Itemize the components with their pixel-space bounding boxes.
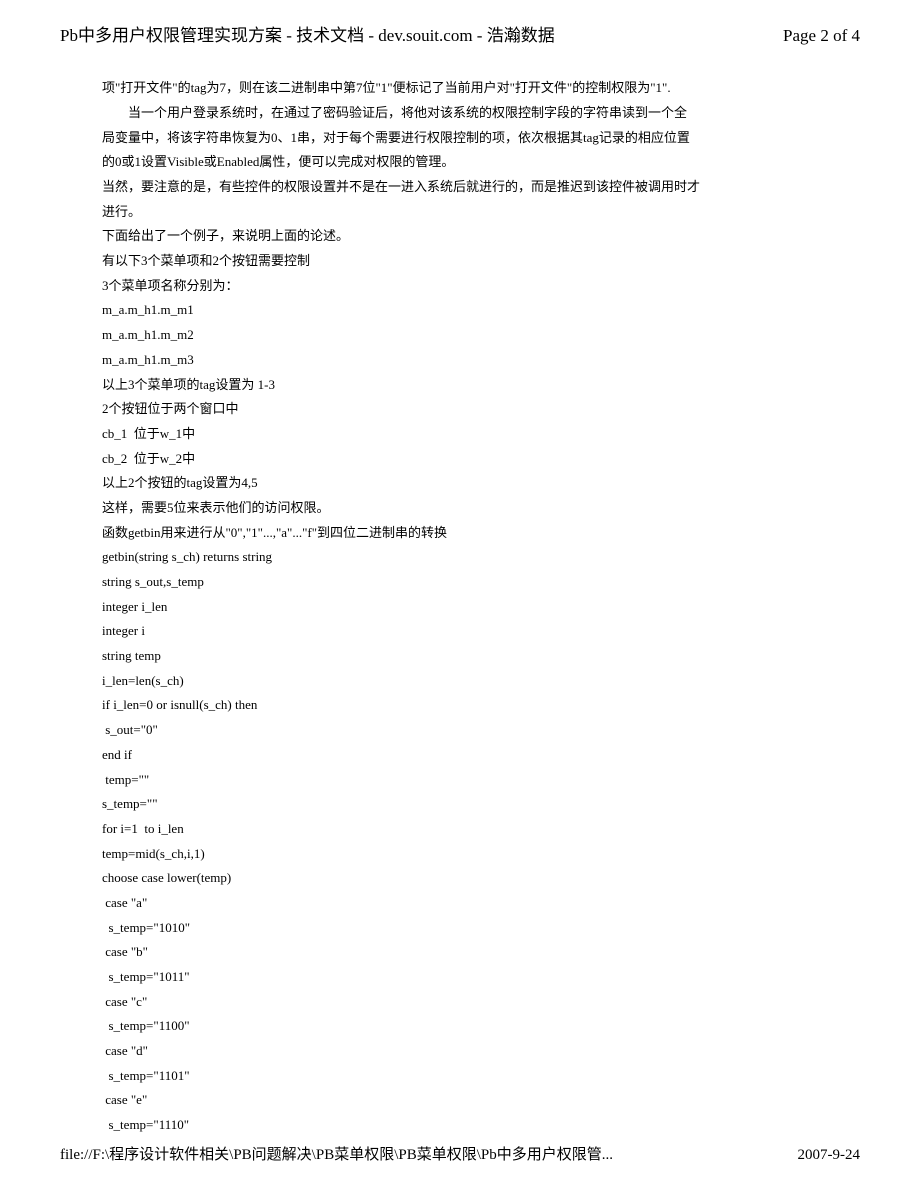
body-line: end if: [102, 743, 850, 768]
body-line: case "c": [102, 990, 850, 1015]
body-line: case "a": [102, 891, 850, 916]
body-line: 局变量中，将该字符串恢复为0、1串，对于每个需要进行权限控制的项，依次根据其ta…: [102, 126, 850, 151]
body-line: cb_1 位于w_1中: [102, 422, 850, 447]
body-line: temp=mid(s_ch,i,1): [102, 842, 850, 867]
body-line: 以上3个菜单项的tag设置为 1-3: [102, 373, 850, 398]
body-line: 下面给出了一个例子，来说明上面的论述。: [102, 224, 850, 249]
body-line: 函数getbin用来进行从"0","1"...,"a"..."f"到四位二进制串…: [102, 521, 850, 546]
body-line: s_temp="": [102, 792, 850, 817]
body-line: 3个菜单项名称分别为：: [102, 274, 850, 299]
body-line: 有以下3个菜单项和2个按钮需要控制: [102, 249, 850, 274]
body-line: s_out="0": [102, 718, 850, 743]
body-line: 以上2个按钮的tag设置为4,5: [102, 471, 850, 496]
file-path: file://F:\程序设计软件相关\PB问题解决\PB菜单权限\PB菜单权限\…: [60, 1141, 613, 1170]
body-line: 项"打开文件"的tag为7，则在该二进制串中第7位"1"便标记了当前用户对"打开…: [102, 76, 850, 101]
body-line: case "b": [102, 940, 850, 965]
page-header: Pb中多用户权限管理实现方案 - 技术文档 - dev.souit.com - …: [60, 20, 860, 52]
body-line: 当然，要注意的是，有些控件的权限设置并不是在一进入系统后就进行的，而是推迟到该控…: [102, 175, 850, 200]
body-line: getbin(string s_ch) returns string: [102, 545, 850, 570]
document-body: 项"打开文件"的tag为7，则在该二进制串中第7位"1"便标记了当前用户对"打开…: [60, 76, 860, 1138]
body-line: 2个按钮位于两个窗口中: [102, 397, 850, 422]
body-line: s_temp="1101": [102, 1064, 850, 1089]
body-line: choose case lower(temp): [102, 866, 850, 891]
body-line: s_temp="1110": [102, 1113, 850, 1138]
print-date: 2007-9-24: [798, 1141, 861, 1170]
body-line: 当一个用户登录系统时，在通过了密码验证后，将他对该系统的权限控制字段的字符串读到…: [102, 101, 850, 126]
body-line: integer i: [102, 619, 850, 644]
body-line: 进行。: [102, 200, 850, 225]
body-line: s_temp="1011": [102, 965, 850, 990]
body-line: string temp: [102, 644, 850, 669]
document-title: Pb中多用户权限管理实现方案 - 技术文档 - dev.souit.com - …: [60, 20, 555, 52]
body-line: case "e": [102, 1088, 850, 1113]
body-line: 的0或1设置Visible或Enabled属性，便可以完成对权限的管理。: [102, 150, 850, 175]
body-line: m_a.m_h1.m_m1: [102, 298, 850, 323]
body-line: m_a.m_h1.m_m2: [102, 323, 850, 348]
body-line: for i=1 to i_len: [102, 817, 850, 842]
body-line: s_temp="1010": [102, 916, 850, 941]
body-line: temp="": [102, 768, 850, 793]
body-line: if i_len=0 or isnull(s_ch) then: [102, 693, 850, 718]
page-footer: file://F:\程序设计软件相关\PB问题解决\PB菜单权限\PB菜单权限\…: [60, 1141, 860, 1170]
body-line: m_a.m_h1.m_m3: [102, 348, 850, 373]
body-line: i_len=len(s_ch): [102, 669, 850, 694]
body-line: string s_out,s_temp: [102, 570, 850, 595]
document-page: Pb中多用户权限管理实现方案 - 技术文档 - dev.souit.com - …: [0, 0, 920, 1198]
body-line: 这样，需要5位来表示他们的访问权限。: [102, 496, 850, 521]
body-line: s_temp="1100": [102, 1014, 850, 1039]
body-line: case "d": [102, 1039, 850, 1064]
page-number: Page 2 of 4: [783, 20, 860, 52]
body-line: cb_2 位于w_2中: [102, 447, 850, 472]
body-line: integer i_len: [102, 595, 850, 620]
